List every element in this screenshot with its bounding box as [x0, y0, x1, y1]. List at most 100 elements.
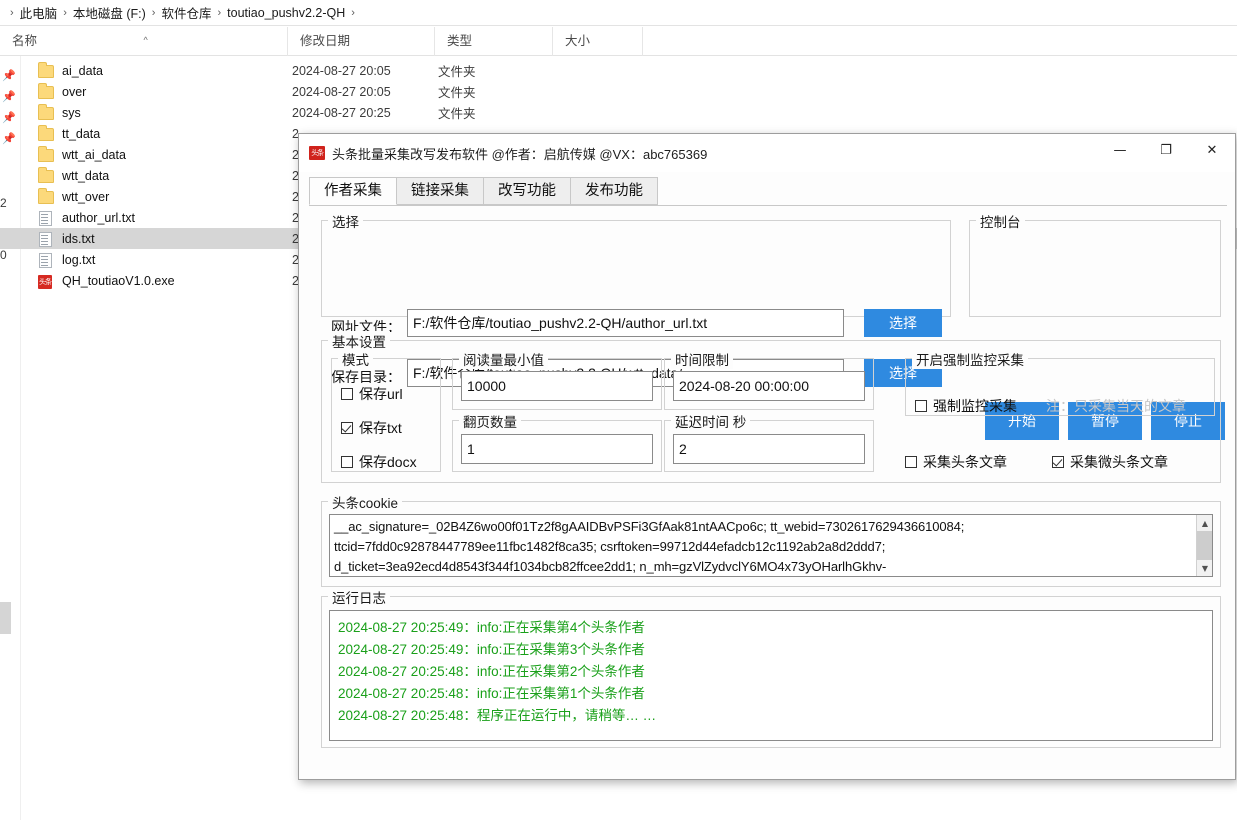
- cookie-scrollbar-thumb[interactable]: [1197, 531, 1212, 561]
- breadcrumb-chevron-icon: ›: [151, 6, 156, 19]
- file-name: wtt_ai_data: [62, 147, 126, 162]
- file-date: 2024-08-27 20:05: [292, 84, 391, 99]
- checkbox-save-url[interactable]: 保存url: [341, 384, 403, 404]
- file-name: tt_data: [62, 126, 101, 141]
- checkbox-save-url-label: 保存url: [359, 386, 403, 402]
- min-read-input[interactable]: 10000: [461, 371, 653, 401]
- author-collect-panel: 选择 网址文件： F:/软件仓库/toutiao_pushv2.2-QH/aut…: [309, 206, 1227, 771]
- breadcrumb-item-3[interactable]: toutiao_pushv2.2-QH: [227, 6, 345, 20]
- column-header-size-label: 大小: [565, 33, 591, 48]
- folder-icon: [38, 127, 54, 141]
- checkbox-save-docx-label: 保存docx: [359, 454, 417, 470]
- checkbox-collect-toutiao[interactable]: 采集头条文章: [905, 452, 1007, 472]
- basic-settings-legend: 基本设置: [328, 331, 390, 351]
- checkbox-checked-icon: [341, 422, 353, 434]
- mode-group-legend: 模式: [338, 349, 373, 369]
- checkbox-force-monitor-label: 强制监控采集: [933, 398, 1017, 414]
- breadcrumb[interactable]: › 此电脑 › 本地磁盘 (F:) › 软件仓库 › toutiao_pushv…: [0, 0, 1237, 26]
- column-header-type[interactable]: 类型: [435, 26, 553, 56]
- folder-icon: [38, 169, 54, 183]
- text-file-icon: [38, 252, 54, 268]
- sort-ascending-icon: ^: [143, 34, 148, 45]
- folder-icon: [38, 148, 54, 162]
- file-type: 文件夹: [438, 107, 476, 121]
- folder-icon: [38, 190, 54, 204]
- column-header-row: 名称 ^ 修改日期 类型 大小: [0, 26, 1237, 56]
- breadcrumb-chevron-icon: ›: [63, 6, 67, 19]
- checkbox-collect-weitoutiao-label: 采集微头条文章: [1070, 454, 1168, 470]
- checkbox-save-txt-label: 保存txt: [359, 420, 402, 436]
- delay-legend: 延迟时间 秒: [671, 411, 751, 431]
- file-name: QH_toutiaoV1.0.exe: [62, 273, 175, 288]
- page-count-input[interactable]: 1: [461, 434, 653, 464]
- checkbox-icon: [905, 456, 917, 468]
- file-name: wtt_data: [62, 168, 110, 183]
- column-header-name[interactable]: 名称 ^: [0, 26, 288, 56]
- scroll-down-icon[interactable]: ▼: [1197, 560, 1212, 576]
- window-controls: — ❐ ✕: [1097, 134, 1235, 166]
- tab-author-collect[interactable]: 作者采集: [309, 177, 397, 205]
- text-file-icon: [38, 210, 54, 226]
- column-header-name-label: 名称: [12, 33, 38, 48]
- scroll-up-icon[interactable]: ▲: [1197, 515, 1212, 531]
- force-monitor-note: 注：只采集当天的文章: [1046, 398, 1186, 414]
- checkbox-save-docx[interactable]: 保存docx: [341, 452, 417, 472]
- cookie-textarea[interactable]: __ac_signature=_02B4Z6wo00f01Tz2f8gAAIDB…: [329, 514, 1213, 577]
- file-name: over: [62, 84, 87, 99]
- text-file-icon: [38, 231, 54, 247]
- exe-file-icon: 头条: [38, 274, 54, 289]
- log-line: 2024-08-27 20:25:49：info:正在采集第3个头条作者: [338, 642, 645, 657]
- file-name: ids.txt: [62, 231, 95, 246]
- time-limit-input[interactable]: 2024-08-20 00:00:00: [673, 371, 865, 401]
- list-item[interactable]: sys 2024-08-27 20:25 文件夹: [0, 102, 1237, 123]
- column-header-size[interactable]: 大小: [553, 26, 643, 56]
- delay-input[interactable]: 2: [673, 434, 865, 464]
- select-group-legend: 选择: [328, 211, 363, 231]
- folder-icon: [38, 106, 54, 120]
- tab-bar: 作者采集 链接采集 改写功能 发布功能: [309, 177, 1227, 206]
- cookie-line-0: __ac_signature=_02B4Z6wo00f01Tz2f8gAAIDB…: [334, 519, 965, 534]
- page-count-legend: 翻页数量: [459, 411, 521, 431]
- cookie-scrollbar[interactable]: ▲ ▼: [1196, 515, 1212, 576]
- file-name: author_url.txt: [62, 210, 135, 225]
- checkbox-collect-weitoutiao[interactable]: 采集微头条文章: [1052, 452, 1168, 472]
- app-logo-icon: 头条: [309, 146, 325, 160]
- checkbox-checked-icon: [1052, 456, 1064, 468]
- cookie-line-2: d_ticket=3ea92ecd4d8543f344f1034bcb82ffc…: [334, 559, 887, 574]
- min-read-legend: 阅读量最小值: [459, 349, 548, 369]
- breadcrumb-item-0[interactable]: 此电脑: [20, 3, 58, 22]
- time-limit-legend: 时间限制: [671, 349, 733, 369]
- file-name: ai_data: [62, 63, 104, 78]
- file-date: 2024-08-27 20:25: [292, 105, 391, 120]
- close-button[interactable]: ✕: [1189, 134, 1235, 166]
- file-type: 文件夹: [438, 65, 476, 79]
- file-name: log.txt: [62, 252, 96, 267]
- checkbox-save-txt[interactable]: 保存txt: [341, 418, 402, 438]
- breadcrumb-chevron-icon: ›: [10, 6, 14, 19]
- breadcrumb-chevron-icon: ›: [351, 6, 355, 19]
- url-file-select-button[interactable]: 选择: [864, 309, 942, 337]
- folder-icon: [38, 64, 54, 78]
- file-name: wtt_over: [62, 189, 110, 204]
- checkbox-force-monitor[interactable]: 强制监控采集: [915, 396, 1017, 416]
- window-title: 头条批量采集改写发布软件 @作者：启航传媒 @VX：abc765369: [332, 146, 708, 162]
- url-file-input[interactable]: F:/软件仓库/toutiao_pushv2.2-QH/author_url.t…: [407, 309, 844, 337]
- column-header-date[interactable]: 修改日期: [288, 26, 435, 56]
- log-line: 2024-08-27 20:25:48：info:正在采集第2个头条作者: [338, 664, 645, 679]
- tab-link-collect[interactable]: 链接采集: [396, 177, 484, 205]
- nav-scrollbar-thumb[interactable]: [0, 602, 11, 634]
- breadcrumb-item-1[interactable]: 本地磁盘 (F:): [73, 3, 146, 22]
- breadcrumb-item-2[interactable]: 软件仓库: [161, 3, 211, 22]
- checkbox-icon: [341, 388, 353, 400]
- column-header-date-label: 修改日期: [300, 33, 351, 48]
- tab-rewrite[interactable]: 改写功能: [483, 177, 571, 205]
- log-output[interactable]: 2024-08-27 20:25:49：info:正在采集第4个头条作者 202…: [329, 610, 1213, 741]
- tab-publish[interactable]: 发布功能: [570, 177, 658, 205]
- checkbox-icon: [341, 456, 353, 468]
- force-monitor-legend: 开启强制监控采集: [912, 349, 1028, 369]
- list-item[interactable]: over 2024-08-27 20:05 文件夹: [0, 81, 1237, 102]
- title-bar[interactable]: 头条 头条批量采集改写发布软件 @作者：启航传媒 @VX：abc765369 —…: [299, 134, 1235, 172]
- maximize-button[interactable]: ❐: [1143, 134, 1189, 166]
- minimize-button[interactable]: —: [1097, 134, 1143, 166]
- list-item[interactable]: ai_data 2024-08-27 20:05 文件夹: [0, 60, 1237, 81]
